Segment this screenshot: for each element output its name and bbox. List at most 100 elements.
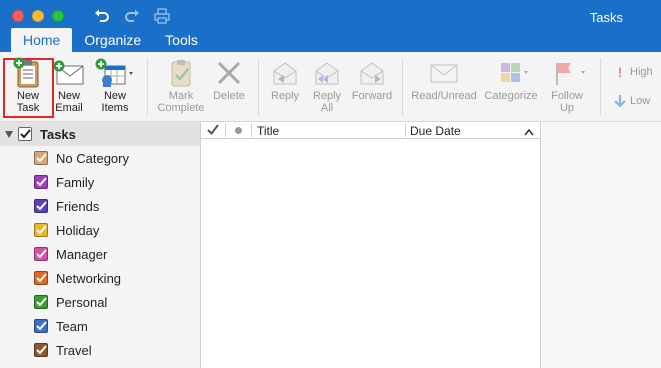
category-checkbox[interactable] — [34, 223, 48, 237]
minimize-window-button[interactable] — [32, 10, 44, 22]
ribbon-separator — [402, 58, 403, 116]
category-checkbox[interactable] — [34, 151, 48, 165]
new-items-icon — [95, 56, 135, 90]
category-checkbox[interactable] — [34, 271, 48, 285]
new-task-label-1: New — [16, 90, 39, 102]
title-column-header[interactable]: Title — [257, 124, 279, 138]
folder-sidebar: Tasks No Category Family Friends Holiday Man… — [0, 122, 201, 368]
sidebar-item-networking[interactable]: Networking — [0, 266, 200, 290]
sidebar-item-team[interactable]: Team — [0, 314, 200, 338]
close-window-button[interactable] — [12, 10, 24, 22]
sidebar-item-friends[interactable]: Friends — [0, 194, 200, 218]
sidebar-item-manager[interactable]: Manager — [0, 242, 200, 266]
ribbon-separator — [258, 58, 259, 116]
categorize-icon — [491, 56, 531, 90]
categorize-label: Categorize — [484, 90, 538, 102]
undo-icon[interactable] — [92, 7, 112, 25]
delete-x-icon — [215, 56, 243, 90]
reply-all-button[interactable]: Reply All — [308, 56, 346, 114]
reply-label: Reply — [270, 90, 300, 102]
reply-icon — [270, 56, 300, 90]
print-icon[interactable] — [152, 7, 172, 25]
categorize-button[interactable]: Categorize — [481, 56, 541, 102]
high-label: High — [630, 66, 653, 78]
reply-button[interactable]: Reply — [266, 56, 304, 102]
sidebar-item-travel[interactable]: Travel — [0, 338, 200, 362]
category-label: No Category — [56, 150, 129, 166]
category-checkbox[interactable] — [34, 319, 48, 333]
low-importance-button[interactable]: Low — [614, 94, 650, 108]
task-list-header: Title Due Date — [201, 122, 540, 139]
column-divider — [405, 124, 406, 137]
tasks-folder-label: Tasks — [40, 126, 76, 142]
high-importance-button[interactable]: ! High — [614, 64, 653, 80]
forward-button[interactable]: Forward — [350, 56, 394, 102]
new-task-button[interactable]: New Task — [5, 56, 51, 114]
follow-up-label-2: Up — [559, 102, 575, 114]
delete-button[interactable]: Delete — [211, 56, 247, 102]
ribbon-tabs: Home Organize Tools — [0, 28, 210, 52]
mark-complete-label-2: Complete — [157, 102, 205, 114]
redo-icon[interactable] — [122, 7, 142, 25]
category-list: No Category Family Friends Holiday Manager Ne… — [0, 146, 200, 362]
new-email-label-2: Email — [55, 102, 83, 114]
due-date-column-header[interactable]: Due Date — [410, 124, 461, 138]
category-label: Travel — [56, 342, 92, 358]
follow-up-button[interactable]: Follow Up — [544, 56, 590, 114]
category-label: Friends — [56, 198, 100, 214]
task-list-pane: Title Due Date — [201, 122, 541, 368]
category-label: Networking — [56, 270, 122, 286]
priority-column-icon[interactable] — [235, 127, 242, 134]
disclosure-triangle-icon[interactable] — [5, 130, 13, 138]
category-checkbox[interactable] — [34, 199, 48, 213]
category-label: Family — [56, 174, 95, 190]
envelope-icon — [429, 56, 459, 90]
reply-all-label-1: Reply — [312, 90, 342, 102]
sidebar-item-family[interactable]: Family — [0, 170, 200, 194]
reply-all-icon — [312, 56, 342, 90]
tab-tools[interactable]: Tools — [153, 28, 210, 52]
new-task-icon — [13, 56, 43, 90]
low-label: Low — [630, 95, 651, 107]
new-items-button[interactable]: New Items — [95, 56, 135, 114]
mark-complete-label-1: Mark — [168, 90, 194, 102]
read-unread-label: Read/Unread — [411, 90, 477, 102]
complete-column-icon[interactable] — [207, 124, 219, 138]
forward-label: Forward — [351, 90, 393, 102]
tasks-checkbox[interactable] — [18, 127, 32, 141]
window-title: Tasks — [589, 10, 623, 25]
category-label: Manager — [56, 246, 108, 262]
sort-ascending-icon[interactable] — [524, 125, 534, 139]
mark-complete-button[interactable]: Mark Complete — [155, 56, 207, 114]
new-email-label-1: New — [57, 90, 80, 102]
category-label: Personal — [56, 294, 108, 310]
new-email-button[interactable]: New Email — [53, 56, 85, 114]
down-arrow-icon — [614, 94, 626, 108]
follow-up-label-1: Follow — [551, 90, 583, 102]
delete-label: Delete — [213, 90, 245, 102]
tab-home[interactable]: Home — [11, 28, 73, 52]
category-checkbox[interactable] — [34, 247, 48, 261]
category-checkbox[interactable] — [34, 343, 48, 357]
sidebar-item-holiday[interactable]: Holiday — [0, 218, 200, 242]
category-checkbox[interactable] — [34, 175, 48, 189]
read-unread-button[interactable]: Read/Unread — [410, 56, 478, 102]
reading-pane — [542, 122, 661, 368]
reply-all-label-2: All — [320, 102, 334, 114]
zoom-window-button[interactable] — [52, 10, 64, 22]
sidebar-item-personal[interactable]: Personal — [0, 290, 200, 314]
column-divider — [251, 124, 252, 137]
forward-icon — [357, 56, 387, 90]
category-label: Team — [56, 318, 88, 334]
sidebar-item-no-category[interactable]: No Category — [0, 146, 200, 170]
new-items-label-1: New — [103, 90, 126, 102]
new-task-label-2: Task — [16, 102, 40, 114]
tasks-folder-header[interactable]: Tasks — [0, 122, 200, 146]
ribbon-separator — [147, 58, 148, 116]
category-checkbox[interactable] — [34, 295, 48, 309]
column-divider — [225, 124, 226, 137]
new-email-icon — [53, 56, 85, 90]
tab-organize[interactable]: Organize — [72, 28, 153, 52]
title-bar: Tasks Home Organize Tools — [0, 0, 661, 52]
new-items-label-2: Items — [101, 102, 129, 114]
